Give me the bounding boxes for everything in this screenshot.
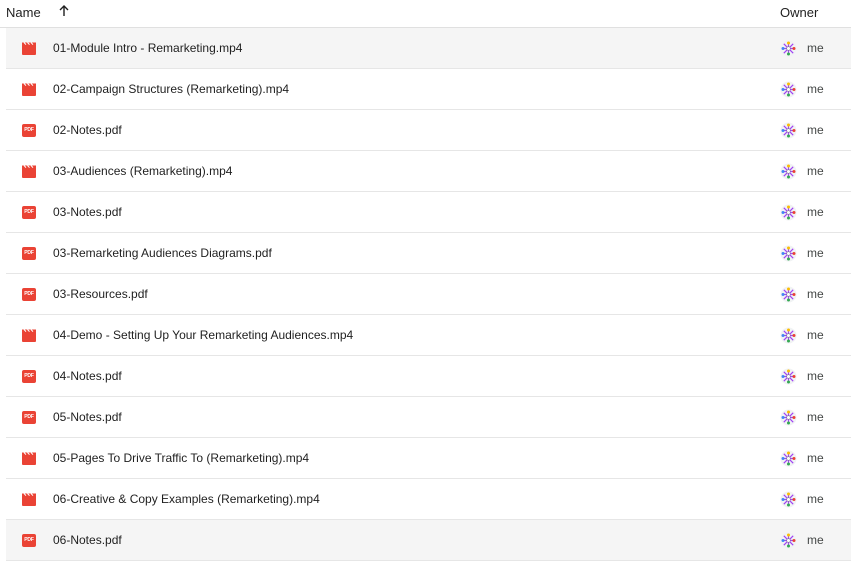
file-name[interactable]: 03-Audiences (Remarketing).mp4 bbox=[53, 164, 232, 178]
video-file-icon bbox=[22, 329, 36, 342]
owner-name: me bbox=[807, 287, 824, 301]
owner-name: me bbox=[807, 164, 824, 178]
file-name[interactable]: 03-Remarketing Audiences Diagrams.pdf bbox=[53, 246, 272, 260]
file-row[interactable]: PDF 06-Notes.pdf me bbox=[6, 520, 851, 561]
owner-name: me bbox=[807, 410, 824, 424]
file-row[interactable]: PDF 03-Notes.pdf me bbox=[6, 192, 851, 233]
pdf-file-icon: PDF bbox=[22, 534, 36, 547]
file-row[interactable]: PDF 03-Remarketing Audiences Diagrams.pdf… bbox=[6, 233, 851, 274]
file-name[interactable]: 02-Campaign Structures (Remarketing).mp4 bbox=[53, 82, 289, 96]
owner-avatar-icon bbox=[780, 450, 797, 467]
file-row[interactable]: PDF 04-Notes.pdf me bbox=[6, 356, 851, 397]
owner-avatar-icon bbox=[780, 81, 797, 98]
pdf-file-icon: PDF bbox=[22, 247, 36, 260]
file-row[interactable]: 01-Module Intro - Remarketing.mp4 me bbox=[6, 28, 851, 69]
owner-avatar-icon bbox=[780, 327, 797, 344]
owner-name: me bbox=[807, 492, 824, 506]
file-name[interactable]: 03-Resources.pdf bbox=[53, 287, 148, 301]
file-name[interactable]: 06-Creative & Copy Examples (Remarketing… bbox=[53, 492, 320, 506]
owner-avatar-icon bbox=[780, 122, 797, 139]
owner-avatar-icon bbox=[780, 286, 797, 303]
pdf-file-icon: PDF bbox=[22, 124, 36, 137]
owner-avatar-icon bbox=[780, 409, 797, 426]
video-file-icon bbox=[22, 42, 36, 55]
owner-avatar-icon bbox=[780, 368, 797, 385]
file-row[interactable]: 03-Audiences (Remarketing).mp4 me bbox=[6, 151, 851, 192]
file-row[interactable]: PDF 03-Resources.pdf me bbox=[6, 274, 851, 315]
owner-name: me bbox=[807, 41, 824, 55]
name-column-header[interactable]: Name bbox=[6, 5, 41, 20]
video-file-icon bbox=[22, 165, 36, 178]
file-name[interactable]: 03-Notes.pdf bbox=[53, 205, 122, 219]
video-file-icon bbox=[22, 83, 36, 96]
owner-name: me bbox=[807, 123, 824, 137]
video-file-icon bbox=[22, 452, 36, 465]
owner-name: me bbox=[807, 369, 824, 383]
owner-name: me bbox=[807, 82, 824, 96]
file-name[interactable]: 05-Pages To Drive Traffic To (Remarketin… bbox=[53, 451, 309, 465]
owner-name: me bbox=[807, 328, 824, 342]
owner-column-header: Owner bbox=[780, 5, 819, 20]
file-name[interactable]: 01-Module Intro - Remarketing.mp4 bbox=[53, 41, 242, 55]
owner-name: me bbox=[807, 451, 824, 465]
owner-name: me bbox=[807, 246, 824, 260]
file-row[interactable]: PDF 02-Notes.pdf me bbox=[6, 110, 851, 151]
pdf-file-icon: PDF bbox=[22, 370, 36, 383]
file-name[interactable]: 04-Demo - Setting Up Your Remarketing Au… bbox=[53, 328, 353, 342]
owner-name: me bbox=[807, 205, 824, 219]
owner-avatar-icon bbox=[780, 40, 797, 57]
owner-avatar-icon bbox=[780, 245, 797, 262]
video-file-icon bbox=[22, 493, 36, 506]
owner-avatar-icon bbox=[780, 491, 797, 508]
file-name[interactable]: 04-Notes.pdf bbox=[53, 369, 122, 383]
file-name[interactable]: 06-Notes.pdf bbox=[53, 533, 122, 547]
arrow-up-icon[interactable] bbox=[56, 3, 72, 19]
file-list-header: Name Owner bbox=[0, 0, 851, 28]
file-list: 01-Module Intro - Remarketing.mp4 me 02-Ca… bbox=[0, 28, 851, 561]
file-row[interactable]: 02-Campaign Structures (Remarketing).mp4… bbox=[6, 69, 851, 110]
file-row[interactable]: 06-Creative & Copy Examples (Remarketing… bbox=[6, 479, 851, 520]
pdf-file-icon: PDF bbox=[22, 411, 36, 424]
owner-avatar-icon bbox=[780, 163, 797, 180]
file-row[interactable]: 05-Pages To Drive Traffic To (Remarketin… bbox=[6, 438, 851, 479]
owner-avatar-icon bbox=[780, 204, 797, 221]
owner-name: me bbox=[807, 533, 824, 547]
file-row[interactable]: PDF 05-Notes.pdf me bbox=[6, 397, 851, 438]
owner-avatar-icon bbox=[780, 532, 797, 549]
file-name[interactable]: 02-Notes.pdf bbox=[53, 123, 122, 137]
file-row[interactable]: 04-Demo - Setting Up Your Remarketing Au… bbox=[6, 315, 851, 356]
file-name[interactable]: 05-Notes.pdf bbox=[53, 410, 122, 424]
pdf-file-icon: PDF bbox=[22, 288, 36, 301]
pdf-file-icon: PDF bbox=[22, 206, 36, 219]
